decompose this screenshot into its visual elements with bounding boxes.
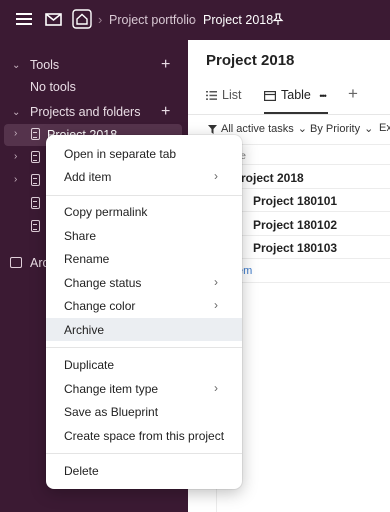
- projects-label: Projects and folders: [30, 105, 141, 119]
- project-icon: [31, 197, 40, 209]
- context-menu: Open in separate tab Add item › Copy perm…: [46, 135, 242, 489]
- extra-filter[interactable]: Ex: [379, 122, 390, 134]
- tab-table[interactable]: Table •••: [264, 88, 327, 102]
- divider: [188, 114, 390, 115]
- no-tools-label: No tools: [30, 80, 76, 94]
- breadcrumb-current[interactable]: Project 2018: [203, 13, 273, 27]
- menu-item-label: Create space from this project: [64, 429, 225, 443]
- table-icon: [264, 90, 277, 101]
- add-tool-icon[interactable]: +: [161, 57, 170, 73]
- page-title: Project 2018: [206, 52, 295, 69]
- home-icon[interactable]: [72, 9, 92, 32]
- menu-item-copy-permalink[interactable]: Copy permalink: [46, 200, 242, 223]
- chevron-right-icon[interactable]: ›: [14, 151, 17, 162]
- menu-divider: [46, 347, 242, 348]
- menu-item-label: Change item type: [64, 382, 159, 396]
- list-icon: [206, 91, 217, 101]
- menu-item-create-space[interactable]: Create space from this project: [46, 424, 242, 447]
- menu-item-change-color[interactable]: Change color ›: [46, 294, 242, 317]
- divider: [216, 211, 390, 212]
- project-icon: [31, 220, 40, 232]
- chevron-right-icon[interactable]: ›: [14, 174, 17, 185]
- menu-icon[interactable]: [16, 12, 32, 29]
- menu-item-label: Share: [64, 229, 97, 243]
- project-icon: [31, 174, 40, 186]
- filter-icon: [208, 124, 217, 134]
- divider: [216, 258, 390, 259]
- breadcrumb-separator: ›: [98, 12, 103, 27]
- table-row[interactable]: Project 180101: [253, 194, 337, 208]
- menu-item-label: Copy permalink: [64, 205, 148, 219]
- project-icon: [31, 128, 40, 140]
- tab-list-label: List: [222, 88, 242, 102]
- divider: [216, 235, 390, 236]
- menu-item-change-status[interactable]: Change status ›: [46, 271, 242, 294]
- menu-item-label: Archive: [64, 323, 105, 337]
- divider: [216, 188, 390, 189]
- menu-item-open-separate-tab[interactable]: Open in separate tab: [46, 142, 242, 165]
- tab-more-icon[interactable]: •••: [319, 91, 327, 101]
- pin-icon[interactable]: [272, 13, 284, 29]
- menu-divider: [46, 195, 242, 196]
- sort-priority-dropdown[interactable]: By Priority ⌄: [310, 122, 373, 135]
- chevron-right-icon[interactable]: ›: [14, 128, 17, 139]
- tools-label: Tools: [30, 58, 60, 72]
- menu-item-change-item-type[interactable]: Change item type ›: [46, 377, 242, 400]
- menu-item-label: Rename: [64, 252, 110, 266]
- table-row[interactable]: roject 2018: [241, 171, 304, 185]
- add-project-icon[interactable]: +: [161, 104, 170, 120]
- chevron-right-icon: ›: [214, 275, 218, 289]
- table-row[interactable]: Project 180103: [253, 241, 337, 255]
- breadcrumb-project-portfolio[interactable]: Project portfolio: [109, 13, 196, 27]
- project-icon: [31, 151, 40, 163]
- chevron-right-icon: ›: [214, 298, 218, 312]
- menu-item-duplicate[interactable]: Duplicate: [46, 353, 242, 376]
- menu-item-rename[interactable]: Rename: [46, 247, 242, 270]
- chevron-down-icon[interactable]: ⌄: [12, 60, 20, 71]
- chevron-down-icon: ⌄: [364, 123, 374, 135]
- projects-section-header[interactable]: ⌄ Projects and folders +: [0, 101, 188, 123]
- divider: [216, 164, 390, 165]
- divider: [216, 282, 390, 283]
- chevron-down-icon[interactable]: ⌄: [12, 107, 20, 118]
- archive-icon: [10, 257, 22, 268]
- filter-tasks-label: All active tasks: [221, 123, 294, 135]
- chevron-right-icon: ›: [214, 381, 218, 395]
- no-tools-row: No tools: [0, 76, 188, 98]
- mail-icon[interactable]: [45, 13, 62, 29]
- chevron-right-icon: ›: [214, 169, 218, 183]
- breadcrumb-separator: ›: [192, 12, 197, 27]
- menu-item-share[interactable]: Share: [46, 224, 242, 247]
- menu-item-label: Change color: [64, 299, 136, 313]
- add-tab-icon[interactable]: +: [348, 84, 358, 104]
- chevron-down-icon: ⌄: [297, 123, 307, 135]
- menu-item-label: Add item: [64, 170, 112, 184]
- tab-table-label: Table: [281, 88, 311, 102]
- menu-divider: [46, 453, 242, 454]
- menu-item-label: Save as Blueprint: [64, 405, 159, 419]
- tab-list[interactable]: List: [206, 88, 241, 102]
- menu-item-delete[interactable]: Delete: [46, 459, 242, 482]
- menu-item-label: Delete: [64, 464, 99, 478]
- sort-priority-label: By Priority: [310, 123, 361, 135]
- menu-item-label: Open in separate tab: [64, 147, 177, 161]
- tools-section-header[interactable]: ⌄ Tools +: [0, 54, 188, 76]
- top-bar: › Project portfolio › Project 2018: [0, 0, 390, 40]
- menu-item-add-item[interactable]: Add item ›: [46, 165, 242, 188]
- menu-item-label: Duplicate: [64, 358, 115, 372]
- menu-item-label: Change status: [64, 276, 142, 290]
- menu-item-save-as-blueprint[interactable]: Save as Blueprint: [46, 400, 242, 423]
- filter-tasks-dropdown[interactable]: All active tasks ⌄: [208, 122, 307, 135]
- table-row[interactable]: Project 180102: [253, 218, 337, 232]
- menu-item-archive[interactable]: Archive: [46, 318, 242, 341]
